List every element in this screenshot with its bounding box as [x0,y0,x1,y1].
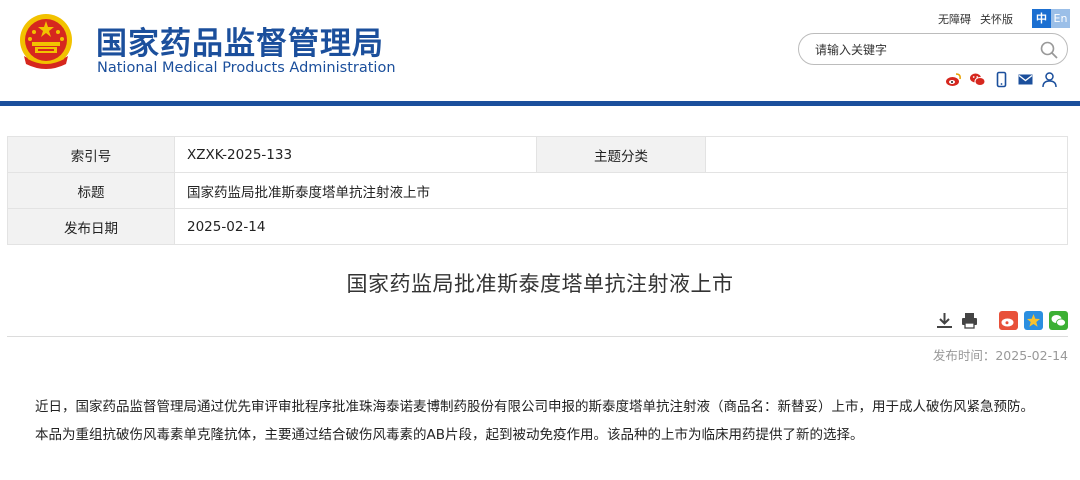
table-row: 发布日期 2025-02-14 [7,208,1068,245]
search-icon[interactable] [1039,40,1059,60]
share-weibo-icon[interactable] [999,311,1018,330]
article-paragraph: 本品为重组抗破伤风毒素单克隆抗体，主要通过结合破伤风毒素的AB片段，起到被动免疫… [35,427,864,443]
publish-date: 发布时间：2025-02-14 [932,348,1068,363]
header-divider [0,101,1080,106]
print-icon[interactable] [960,311,979,330]
site-header: 国家药品监督管理局 National Medical Products Admi… [0,0,1080,106]
lang-en-button[interactable]: En [1051,9,1070,28]
category-value [705,136,1068,173]
download-icon[interactable] [935,311,954,330]
lang-zh-button[interactable]: 中 [1032,9,1051,28]
language-switch: 中 En [1032,9,1070,28]
title-value: 国家药监局批准斯泰度塔单抗注射液上市 [174,172,1068,209]
user-icon[interactable] [1041,71,1058,88]
accessibility-link[interactable]: 无障碍 [938,11,971,27]
title-divider [7,336,1068,337]
search-input[interactable] [815,40,1015,60]
document-meta-table: 索引号 XZXK-2025-133 主题分类 标题 国家药监局批准斯泰度塔单抗注… [7,136,1068,245]
date-label: 发布日期 [7,208,175,245]
top-links: 无障碍 关怀版 中 En [938,9,1070,28]
site-title-en[interactable]: National Medical Products Administration [97,60,396,76]
national-emblem-icon[interactable] [18,12,74,74]
mail-icon[interactable] [1017,71,1034,88]
table-row: 标题 国家药监局批准斯泰度塔单抗注射液上市 [7,172,1068,209]
date-value: 2025-02-14 [174,208,1068,245]
title-label: 标题 [7,172,175,209]
article-paragraph: 近日，国家药品监督管理局通过优先审评审批程序批准珠海泰诺麦博制药股份有限公司申报… [35,399,1034,415]
care-mode-link[interactable]: 关怀版 [980,11,1013,27]
share-wechat-icon[interactable] [1049,311,1068,330]
category-label: 主题分类 [536,136,706,173]
index-label: 索引号 [7,136,175,173]
article-body: 近日，国家药品监督管理局通过优先审评审批程序批准珠海泰诺麦博制药股份有限公司申报… [7,393,1068,449]
article-title: 国家药监局批准斯泰度塔单抗注射液上市 [346,272,734,296]
wechat-icon[interactable] [969,71,986,88]
index-value: XZXK-2025-133 [174,136,537,173]
table-row: 索引号 XZXK-2025-133 主题分类 [7,136,1068,173]
mobile-icon[interactable] [993,71,1010,88]
article-tools [929,311,1068,330]
share-qzone-icon[interactable] [1024,311,1043,330]
social-icons [945,71,1058,88]
weibo-icon[interactable] [945,71,962,88]
search-box [798,33,1068,65]
site-title[interactable]: 国家药品监督管理局 [96,18,384,63]
